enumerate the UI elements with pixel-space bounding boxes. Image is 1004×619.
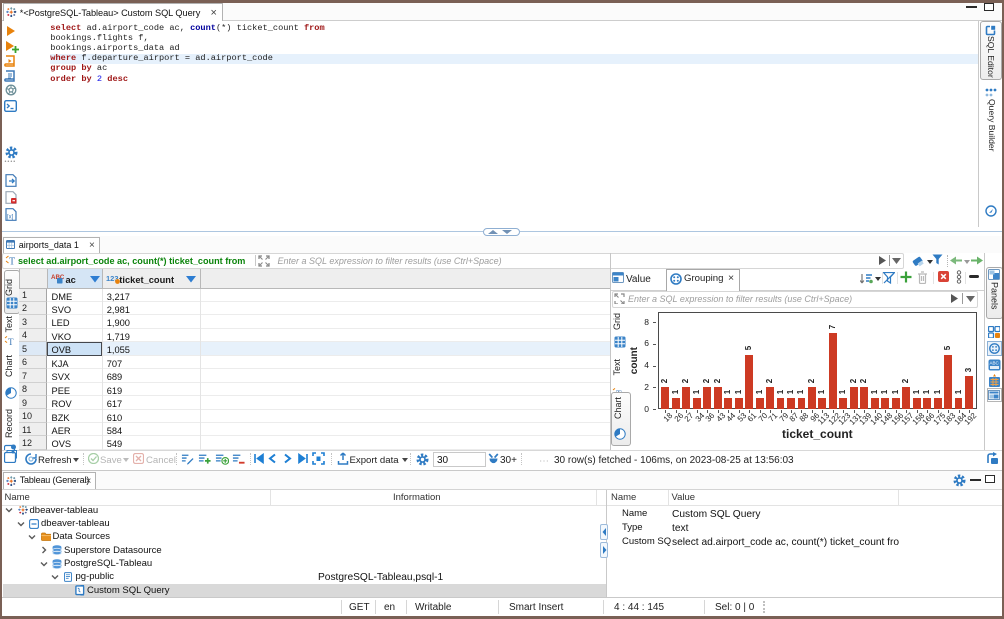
svg-text:ABC: ABC [990,361,1000,366]
svg-text:T: T [9,257,15,267]
svg-text:T: T [8,337,14,346]
svg-text:[x]: [x] [7,215,14,221]
